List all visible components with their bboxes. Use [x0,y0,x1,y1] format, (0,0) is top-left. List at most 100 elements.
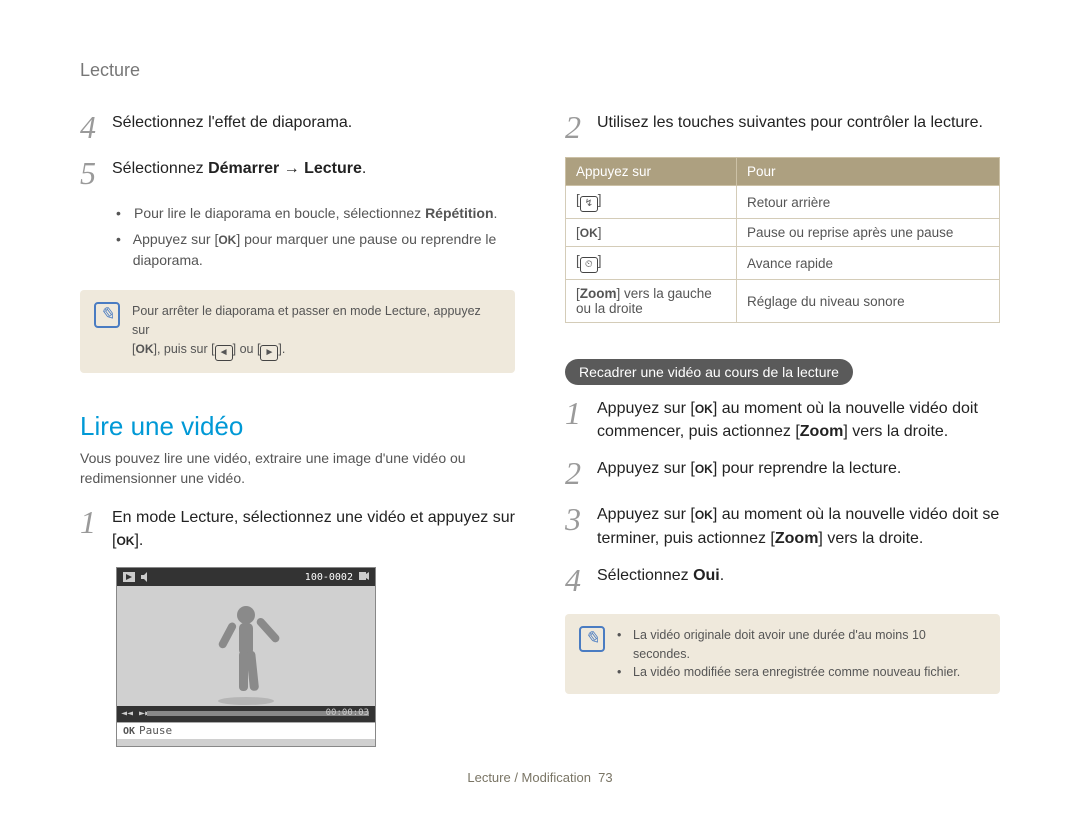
ok-key: OK [695,461,713,478]
table-cell-value: Retour arrière [737,186,1000,219]
table-cell-key: [OK] [566,219,737,247]
step-number: 1 [80,506,102,552]
bullet-text: Appuyez sur [OK] pour marquer une pause … [133,229,515,272]
player-bottombar: OK Pause [117,722,375,739]
table-row: [⏲] Avance rapide [566,247,1000,280]
table-cell-key: [↯] [566,186,737,219]
text-fragment: ]. [278,342,285,356]
table-header: Appuyez sur [566,158,737,186]
speaker-icon [141,572,151,582]
ok-key: OK [135,340,153,358]
video-file-icon [359,571,369,581]
step-text: Sélectionnez Démarrer → Lecture. [112,157,515,189]
text-fragment: . [494,205,498,221]
step-text: Appuyez sur [OK] au moment où la nouvell… [597,503,1000,549]
note-text: La vidéo originale doit avoir une durée … [633,626,986,664]
flash-icon: ◄ [215,345,233,361]
right-column: 2 Utilisez les touches suivantes pour co… [565,111,1000,747]
elapsed-time: 00:00:03 [326,708,369,718]
table-header: Pour [737,158,1000,186]
step-number: 2 [565,457,587,489]
note-icon: ✎ [579,626,605,652]
note-text: La vidéo modifiée sera enregistrée comme… [633,663,960,682]
player-body [117,586,375,706]
text-fragment: En mode Lecture, sélectionnez une vidéo … [112,509,515,549]
text-fragment: Appuyez sur [ [133,231,219,247]
text-fragment: . [720,567,724,584]
video-player-screenshot: 100-0002 [116,567,376,747]
flash-icon: ↯ [580,196,598,212]
table-cell-key: [⏲] [566,247,737,280]
step-text: Appuyez sur [OK] au moment où la nouvell… [597,397,1000,443]
text-fragment: 100-0002 [305,572,353,583]
note-bullet: • La vidéo modifiée sera enregistrée com… [617,663,986,682]
table-cell-value: Avance rapide [737,247,1000,280]
trim-step-1: 1 Appuyez sur [OK] au moment où la nouve… [565,397,1000,443]
ok-key: OK [116,533,134,550]
step-number: 4 [565,564,587,596]
player-progress-bar: ◄◄ ►► 00:00:03 [117,706,375,722]
note-bullet: • La vidéo originale doit avoir une duré… [617,626,986,664]
manual-page: Lecture 4 Sélectionnez l'effet de diapor… [0,0,1080,815]
step-text: Sélectionnez Oui. [597,564,1000,596]
timer-icon: ⏲ [580,257,598,273]
text-fragment: Appuyez sur [ [597,400,695,417]
bold-text: Répétition [425,205,493,221]
subsection-pill: Recadrer une vidéo au cours de la lectur… [565,359,853,385]
text-fragment: . [362,160,366,177]
text-fragment: ] vers la droite. [843,423,948,440]
table-cell-value: Réglage du niveau sonore [737,280,1000,323]
bold-text: Lecture [304,160,362,177]
text-fragment: ], puis sur [ [153,342,214,356]
player-topbar: 100-0002 [117,568,375,586]
step-number: 4 [80,111,102,143]
table-cell-key: [Zoom] vers la gauche ou la droite [566,280,737,323]
bullet: • Pour lire le diaporama en boucle, séle… [116,203,515,225]
zoom-key: Zoom [800,423,844,440]
note-line: Pour arrêter le diaporama et passer en m… [132,302,501,340]
text-fragment: Pour lire le diaporama en boucle, sélect… [134,205,425,221]
bullet-icon: • [617,626,625,664]
bullet-icon: • [116,229,125,272]
step-2-right: 2 Utilisez les touches suivantes pour co… [565,111,1000,143]
topbar-left [123,572,151,582]
note-box: ✎ Pour arrêter le diaporama et passer en… [80,290,515,373]
play-mode-icon [123,572,135,582]
ok-label: OK [123,726,135,737]
section-header: Lecture [80,60,1000,81]
step-number: 5 [80,157,102,189]
text-fragment: Sélectionnez [112,160,208,177]
bullet-icon: • [617,663,625,682]
text-fragment: Sélectionnez [597,567,693,584]
timer-icon: ► [260,345,278,361]
sub-bullets: • Pour lire le diaporama en boucle, séle… [116,203,515,272]
text-fragment: ] vers la droite. [818,530,923,547]
file-tag: 100-0002 [305,571,369,583]
zoom-key: Zoom [775,530,819,547]
bullet-icon: • [116,203,126,225]
note-content: • La vidéo originale doit avoir une duré… [617,626,986,682]
ok-key: OK [695,507,713,524]
text-fragment: Appuyez sur [ [597,460,695,477]
table-row: [↯] Retour arrière [566,186,1000,219]
step-number: 3 [565,503,587,549]
page-footer: Lecture / Modification 73 [0,770,1080,785]
table-row: [Zoom] vers la gauche ou la droite Régla… [566,280,1000,323]
table-row: [OK] Pause ou reprise après une pause [566,219,1000,247]
section-title: Lire une vidéo [80,411,515,442]
step-text: Appuyez sur [OK] pour reprendre la lectu… [597,457,1000,489]
step-text: En mode Lecture, sélectionnez une vidéo … [112,506,515,552]
pause-label: Pause [139,724,172,737]
step-text: Sélectionnez l'effet de diaporama. [112,111,515,143]
ok-key: OK [580,226,598,240]
step-4: 4 Sélectionnez l'effet de diaporama. [80,111,515,143]
left-column: 4 Sélectionnez l'effet de diaporama. 5 S… [80,111,515,747]
bold-text: Démarrer [208,160,279,177]
person-silhouette-icon [206,601,286,706]
controls-table: Appuyez sur Pour [↯] Retour arrière [OK]… [565,157,1000,323]
video-step-1: 1 En mode Lecture, sélectionnez une vidé… [80,506,515,552]
two-column-layout: 4 Sélectionnez l'effet de diaporama. 5 S… [80,111,1000,747]
note-content: Pour arrêter le diaporama et passer en m… [132,302,501,361]
table-cell-value: Pause ou reprise après une pause [737,219,1000,247]
text-fragment: ] ou [ [233,342,261,356]
